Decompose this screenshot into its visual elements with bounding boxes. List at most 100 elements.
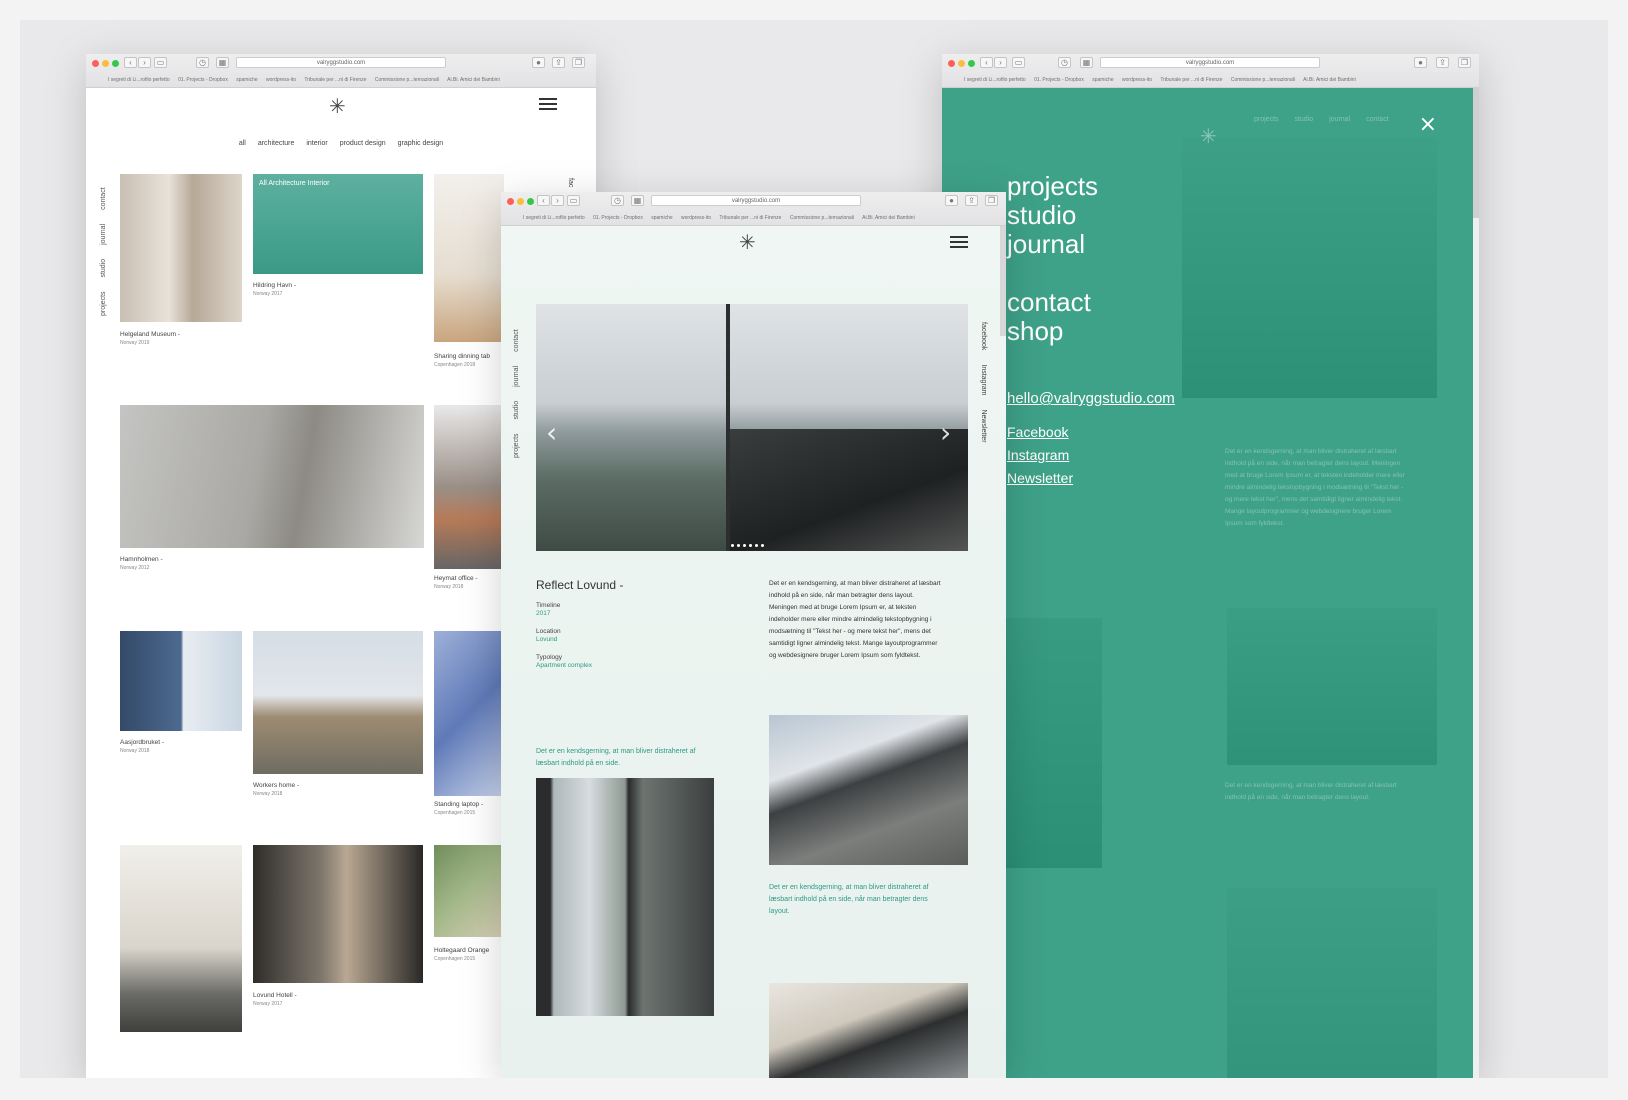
hamburger-menu-icon[interactable] — [950, 236, 968, 248]
slider-dots[interactable] — [731, 534, 767, 551]
close-window-icon[interactable] — [948, 60, 955, 67]
forward-icon[interactable]: › — [138, 57, 151, 68]
menu-link-newsletter[interactable]: Newsletter — [1007, 470, 1073, 486]
menu-item-shop[interactable]: shop — [1007, 317, 1091, 346]
sidebar-icon[interactable]: ▭ — [567, 195, 580, 206]
slider-prev-icon[interactable]: ‹ — [546, 416, 557, 449]
zoom-window-icon[interactable] — [527, 198, 534, 205]
bookmark-item[interactable]: wordpress-ito — [266, 77, 296, 83]
nav-journal[interactable]: journal — [100, 224, 107, 245]
bookmark-item[interactable]: Commissione p...ternazionali — [375, 77, 439, 83]
bookmark-item[interactable]: spamiche — [236, 77, 257, 83]
project-thumb[interactable] — [120, 631, 242, 731]
project-thumb[interactable] — [120, 405, 424, 548]
slider-next-icon[interactable]: › — [940, 416, 951, 449]
nav-studio[interactable]: studio — [100, 259, 107, 278]
history-icon[interactable]: ◷ — [611, 195, 624, 206]
tabs-icon[interactable]: ❐ — [985, 195, 998, 206]
sidebar-icon[interactable]: ▭ — [1012, 57, 1025, 68]
bookmark-item[interactable]: spamiche — [651, 215, 672, 221]
bookmark-item[interactable]: I segreti di Li...rofilo perfetto — [964, 77, 1026, 83]
address-bar[interactable]: valryggstudio.com — [236, 57, 446, 68]
project-thumb[interactable] — [434, 174, 504, 342]
nav-contact[interactable]: contact — [513, 329, 520, 352]
project-thumb[interactable] — [253, 631, 423, 774]
zoom-window-icon[interactable] — [112, 60, 119, 67]
bookmark-item[interactable]: I segreti di Li...rofilo perfetto — [523, 215, 585, 221]
bookmark-item[interactable]: wordpress-ito — [681, 215, 711, 221]
bookmark-item[interactable]: spamiche — [1092, 77, 1113, 83]
share-icon[interactable]: ⇪ — [1436, 57, 1449, 68]
menu-item-projects[interactable]: projects — [1007, 172, 1098, 201]
bookmark-item[interactable]: Ai.Bi. Amici dei Bambini — [1303, 77, 1356, 83]
bookmark-item[interactable]: 01. Projects - Dropbox — [593, 215, 643, 221]
history-icon[interactable]: ◷ — [196, 57, 209, 68]
minimize-window-icon[interactable] — [958, 60, 965, 67]
menu-link-facebook[interactable]: Facebook — [1007, 424, 1068, 440]
grid-view-icon[interactable]: ▦ — [631, 195, 644, 206]
menu-item-studio[interactable]: studio — [1007, 201, 1098, 230]
download-icon[interactable]: ● — [532, 57, 545, 68]
grid-view-icon[interactable]: ▦ — [1080, 57, 1093, 68]
social-facebook[interactable]: fac — [567, 178, 574, 187]
bookmark-item[interactable]: Tribunale per ...ni di Firenze — [719, 215, 781, 221]
zoom-window-icon[interactable] — [968, 60, 975, 67]
minimize-window-icon[interactable] — [517, 198, 524, 205]
close-window-icon[interactable] — [507, 198, 514, 205]
project-thumb-hover[interactable]: All Architecture Interior — [253, 174, 423, 274]
bookmark-item[interactable]: Commissione p...ternazionali — [1231, 77, 1295, 83]
gallery-image[interactable] — [769, 715, 968, 865]
nav-projects[interactable]: projects — [100, 291, 107, 316]
history-icon[interactable]: ◷ — [1058, 57, 1071, 68]
download-icon[interactable]: ● — [1414, 57, 1427, 68]
top-nav-contact[interactable]: contact — [1366, 116, 1389, 123]
bookmark-item[interactable]: 01. Projects - Dropbox — [1034, 77, 1084, 83]
filter-product-design[interactable]: product design — [340, 140, 386, 147]
share-icon[interactable]: ⇪ — [965, 195, 978, 206]
top-nav-projects[interactable]: projects — [1254, 116, 1279, 123]
share-icon[interactable]: ⇪ — [552, 57, 565, 68]
bookmark-item[interactable]: wordpress-ito — [1122, 77, 1152, 83]
filter-interior[interactable]: interior — [306, 140, 327, 147]
menu-link-instagram[interactable]: Instagram — [1007, 447, 1069, 463]
back-icon[interactable]: ‹ — [980, 57, 993, 68]
project-thumb[interactable] — [120, 845, 242, 1032]
bookmark-item[interactable]: 01. Projects - Dropbox — [178, 77, 228, 83]
bookmark-item[interactable]: Tribunale per ...ni di Firenze — [304, 77, 366, 83]
close-menu-icon[interactable]: × — [1419, 112, 1437, 137]
hero-slider[interactable]: ‹ › — [536, 304, 968, 551]
forward-icon[interactable]: › — [994, 57, 1007, 68]
tabs-icon[interactable]: ❐ — [572, 57, 585, 68]
top-nav-studio[interactable]: studio — [1294, 116, 1313, 123]
project-thumb[interactable] — [253, 845, 423, 983]
nav-studio[interactable]: studio — [513, 401, 520, 420]
grid-view-icon[interactable]: ▦ — [216, 57, 229, 68]
download-icon[interactable]: ● — [945, 195, 958, 206]
address-bar[interactable]: valryggstudio.com — [651, 195, 861, 206]
email-link[interactable]: hello@valryggstudio.com — [1007, 390, 1175, 407]
project-thumb[interactable] — [120, 174, 242, 322]
scrollbar[interactable] — [1000, 226, 1006, 336]
bookmark-item[interactable]: Ai.Bi. Amici dei Bambini — [862, 215, 915, 221]
nav-journal[interactable]: journal — [513, 366, 520, 387]
menu-item-contact[interactable]: contact — [1007, 288, 1091, 317]
tabs-icon[interactable]: ❐ — [1458, 57, 1471, 68]
social-newsletter[interactable]: Newsletter — [980, 409, 987, 442]
close-window-icon[interactable] — [92, 60, 99, 67]
bookmark-item[interactable]: Ai.Bi. Amici dei Bambini — [447, 77, 500, 83]
nav-projects[interactable]: projects — [513, 433, 520, 458]
minimize-window-icon[interactable] — [102, 60, 109, 67]
top-nav-journal[interactable]: journal — [1329, 116, 1350, 123]
scrollbar[interactable] — [1473, 88, 1479, 218]
project-thumb[interactable] — [434, 845, 504, 937]
hamburger-menu-icon[interactable] — [539, 98, 557, 110]
gallery-image[interactable] — [536, 778, 714, 1016]
back-icon[interactable]: ‹ — [124, 57, 137, 68]
back-icon[interactable]: ‹ — [537, 195, 550, 206]
sidebar-icon[interactable]: ▭ — [154, 57, 167, 68]
filter-all[interactable]: all — [239, 140, 246, 147]
project-thumb[interactable] — [434, 631, 504, 796]
site-logo[interactable]: ✳ — [329, 94, 346, 119]
bookmark-item[interactable]: Commissione p...ternazionali — [790, 215, 854, 221]
social-instagram[interactable]: Instagram — [980, 364, 987, 395]
